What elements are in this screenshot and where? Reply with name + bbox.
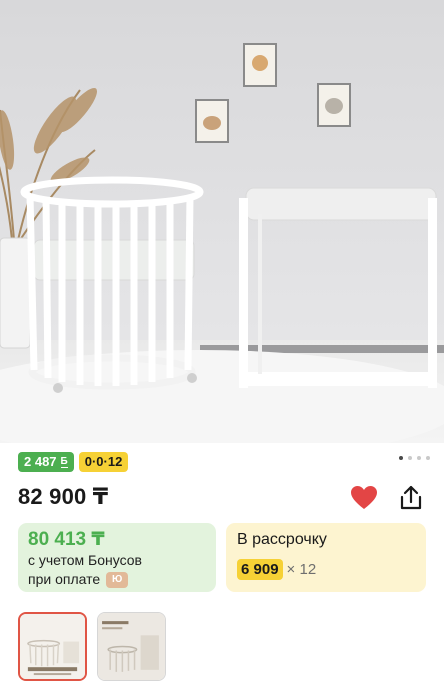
gallery-dot[interactable] (417, 456, 421, 460)
installment-monthly: 6 909 (237, 559, 283, 580)
thumbnail-2[interactable] (97, 612, 166, 681)
price-badges: 2 487 Б 0·0·12 (18, 452, 129, 472)
bonus-note-text: при оплате (28, 571, 101, 587)
bonus-badge: 2 487 Б (18, 452, 74, 472)
gallery-dot[interactable] (408, 456, 412, 460)
installment-badge: 0·0·12 (78, 452, 129, 472)
bonus-price: 80 413 ₸ (28, 529, 105, 550)
share-button[interactable] (395, 482, 427, 514)
installment-row: 6 909 × 12 (237, 559, 415, 580)
bonus-note-line2: при оплате Ю (28, 570, 206, 589)
share-icon (400, 485, 422, 510)
installment-months: × 12 (286, 561, 317, 578)
thumbnail-strip (18, 612, 166, 681)
gallery-dot[interactable] (426, 456, 430, 460)
installment-card[interactable]: В рассрочку 6 909 × 12 (226, 523, 426, 592)
pay-logo-icon: Ю (106, 571, 129, 588)
gallery-dot[interactable] (399, 456, 403, 460)
bonus-note-line1: с учетом Бонусов (28, 552, 142, 568)
product-photo-scene (0, 0, 444, 443)
favorite-button[interactable] (348, 482, 380, 514)
heart-icon (351, 486, 377, 509)
bonus-b-icon: Б (60, 456, 68, 468)
bonus-price-card[interactable]: 80 413 ₸ с учетом Бонусов при оплате Ю (18, 523, 216, 592)
bonus-amount: 2 487 (24, 454, 57, 469)
product-main-photo[interactable] (0, 0, 444, 443)
thumbnail-image (20, 614, 85, 679)
installment-title: В рассрочку (237, 531, 327, 548)
product-price: 82 900 ₸ (18, 484, 109, 509)
thumbnail-1[interactable] (18, 612, 87, 681)
thumbnail-image (98, 613, 165, 680)
gallery-dots (399, 456, 430, 460)
